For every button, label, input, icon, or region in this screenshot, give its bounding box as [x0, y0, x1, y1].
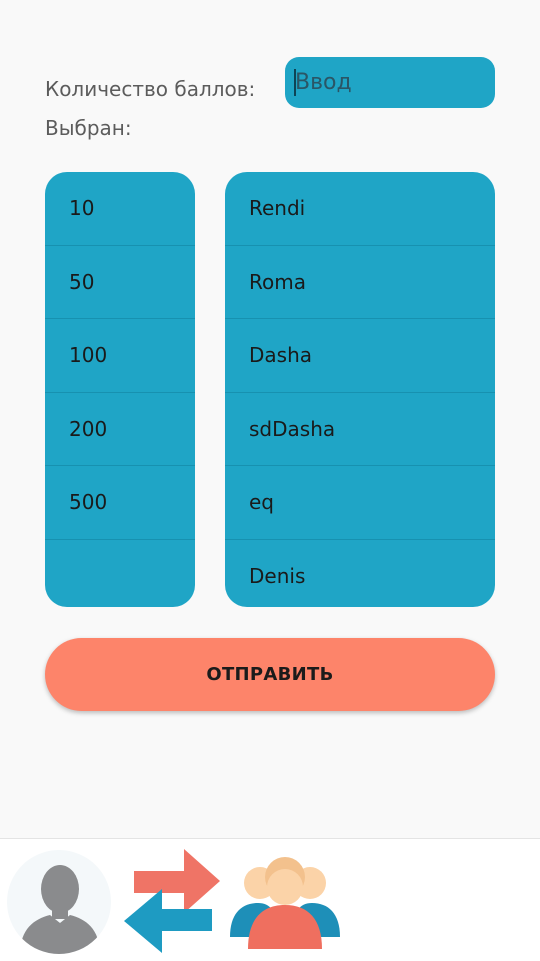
- points-label: Количество баллов:: [45, 77, 256, 101]
- points-item-200[interactable]: 200: [45, 393, 195, 466]
- name-item[interactable]: Dasha: [225, 319, 495, 393]
- points-item-50[interactable]: 50: [45, 246, 195, 319]
- selected-label: Выбран:: [45, 116, 132, 140]
- points-input-container[interactable]: [285, 57, 495, 108]
- points-input[interactable]: [295, 66, 485, 98]
- points-item-100[interactable]: 100: [45, 319, 195, 393]
- profile-icon[interactable]: [6, 849, 112, 955]
- points-item-10[interactable]: 10: [45, 172, 195, 246]
- points-item-empty[interactable]: [45, 540, 195, 608]
- name-item[interactable]: Roma: [225, 246, 495, 319]
- group-icon[interactable]: [230, 857, 340, 949]
- names-list[interactable]: Rendi Roma Dasha sdDasha eq Denis: [225, 172, 495, 607]
- points-item-500[interactable]: 500: [45, 466, 195, 540]
- transfer-icon[interactable]: [122, 849, 222, 955]
- points-list[interactable]: 10 50 100 200 500: [45, 172, 195, 607]
- name-item[interactable]: eq: [225, 466, 495, 540]
- send-button[interactable]: ОТПРАВИТЬ: [45, 638, 495, 711]
- name-item[interactable]: sdDasha: [225, 393, 495, 466]
- name-item[interactable]: Denis: [225, 540, 495, 608]
- name-item[interactable]: Rendi: [225, 172, 495, 246]
- bottom-navigation: [0, 838, 540, 961]
